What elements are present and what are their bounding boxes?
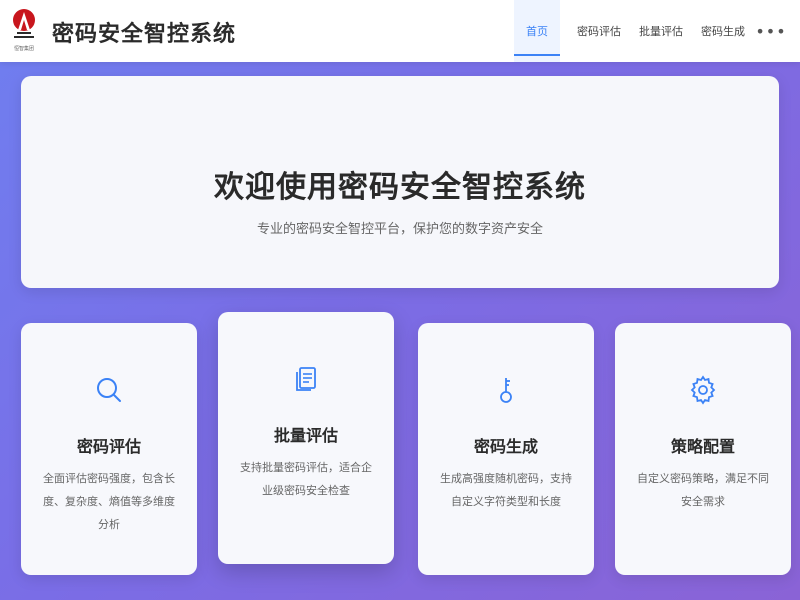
gear-icon [615, 375, 791, 405]
logo-icon [13, 9, 35, 38]
logo-caption: 恒智集团 [13, 46, 34, 52]
nav-item-password-evaluation[interactable]: 密码评估 [576, 0, 622, 62]
card-description: 生成高强度随机密码，支持自定义字符类型和长度 [440, 472, 572, 508]
card-description: 支持批量密码评估，适合企业级密码安全检查 [240, 461, 372, 497]
top-header: 恒智集团 密码安全智控系统 首页 密码评估 批量评估 密码生成 ••• [0, 0, 800, 62]
company-logo[interactable]: 恒智集团 [8, 6, 40, 52]
feature-card-password-generation[interactable]: 密码生成 生成高强度随机密码，支持自定义字符类型和长度 [418, 323, 594, 575]
card-title: 密码评估 [76, 437, 141, 456]
hero-subtitle: 专业的密码安全智控平台，保护您的数字资产安全 [256, 222, 543, 237]
feature-card-password-evaluation[interactable]: 密码评估 全面评估密码强度，包含长度、复杂度、熵值等多维度分析 [21, 323, 197, 575]
nav-item-batch-evaluation[interactable]: 批量评估 [638, 0, 684, 62]
document-icon [218, 364, 394, 394]
app-title: 密码安全智控系统 [52, 22, 237, 47]
nav-more-button[interactable]: ••• [755, 0, 785, 62]
hero-title: 欢迎使用密码安全智控系统 [214, 170, 586, 205]
feature-card-batch-evaluation[interactable]: 批量评估 支持批量密码评估，适合企业级密码安全检查 [218, 312, 394, 564]
welcome-hero: 欢迎使用密码安全智控系统 专业的密码安全智控平台，保护您的数字资产安全 [21, 76, 779, 288]
nav-item-home[interactable]: 首页 [514, 0, 560, 62]
main-nav: 首页 密码评估 批量评估 密码生成 ••• [498, 0, 786, 62]
key-icon [418, 375, 594, 405]
card-description: 全面评估密码强度，包含长度、复杂度、熵值等多维度分析 [43, 472, 175, 531]
card-title: 策略配置 [670, 437, 735, 456]
card-title: 批量评估 [273, 426, 338, 445]
nav-item-password-generation[interactable]: 密码生成 [700, 0, 746, 62]
feature-card-policy-config[interactable]: 策略配置 自定义密码策略，满足不同安全需求 [615, 323, 791, 575]
search-icon [21, 375, 197, 405]
card-title: 密码生成 [473, 437, 538, 456]
card-description: 自定义密码策略，满足不同安全需求 [637, 472, 769, 508]
